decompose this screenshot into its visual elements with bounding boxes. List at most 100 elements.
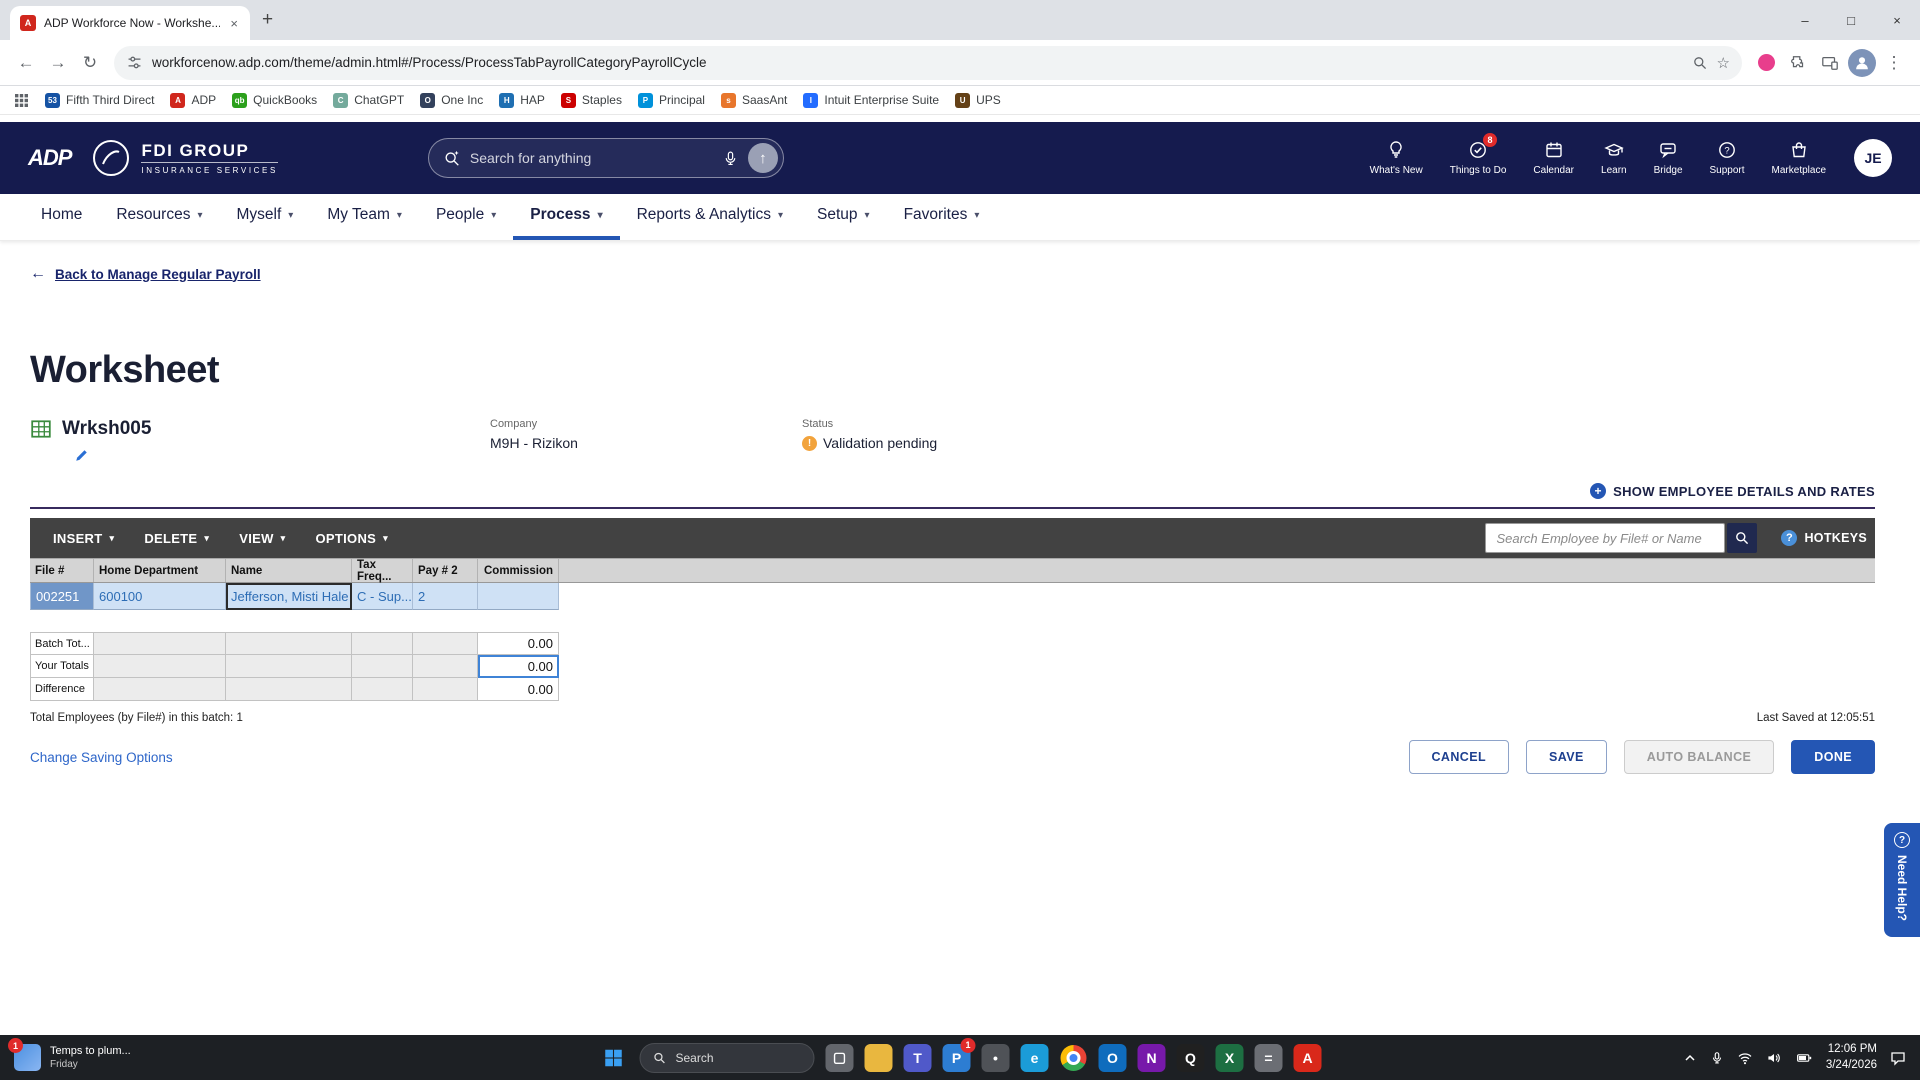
employee-search-input[interactable] [1485,523,1725,553]
url-bar[interactable]: workforcenow.adp.com/theme/admin.html#/P… [114,46,1742,80]
cancel-button[interactable]: CANCEL [1409,740,1509,774]
browser-menu-kebab-icon[interactable]: ⋮ [1878,47,1910,79]
insert-menu-button[interactable]: INSERT▾ [38,518,129,558]
bookmark-item[interactable]: CChatGPT [333,93,404,108]
extensions-puzzle-icon[interactable] [1782,47,1814,79]
edit-worksheet-icon[interactable] [74,448,1875,463]
header-quicklink-things-to-do[interactable]: 8Things to Do [1450,140,1507,176]
taskbar-app-teams[interactable]: T [904,1044,932,1072]
nav-item-reports-analytics[interactable]: Reports & Analytics▾ [620,194,800,240]
tab-close-icon[interactable]: × [228,16,240,31]
maximize-button[interactable]: □ [1828,0,1874,40]
totals-value[interactable]: 0.00 [478,632,559,655]
save-button[interactable]: SAVE [1526,740,1607,774]
bookmark-star-icon[interactable]: ☆ [1717,54,1730,72]
tray-chevron-up-icon[interactable] [1683,1051,1697,1065]
header-quicklink-calendar[interactable]: Calendar [1533,140,1574,176]
weather-widget[interactable]: 1 Temps to plum... Friday [0,1035,145,1080]
nav-item-home[interactable]: Home [24,194,99,240]
taskbar-app-snip-tool[interactable]: • [982,1044,1010,1072]
browser-tab[interactable]: A ADP Workforce Now - Workshe... × [10,6,250,40]
bookmark-item[interactable]: UUPS [955,93,1001,108]
taskbar-app-onenote[interactable]: N [1138,1044,1166,1072]
forward-icon[interactable]: → [42,47,74,79]
need-help-tab[interactable]: ? Need Help? [1884,823,1920,937]
taskbar-app-chrome[interactable] [1060,1044,1088,1072]
nav-item-my-team[interactable]: My Team▾ [310,194,419,240]
close-button[interactable]: × [1874,0,1920,40]
nav-item-resources[interactable]: Resources▾ [99,194,219,240]
grid-data-row[interactable]: 002251600100Jefferson, Misti HaleC - Sup… [30,583,1875,610]
lens-icon[interactable] [1692,55,1708,71]
new-tab-button[interactable]: + [262,9,273,31]
totals-value[interactable]: 0.00 [478,678,559,701]
taskbar-app-file-explorer[interactable] [865,1044,893,1072]
bookmark-item[interactable]: 53Fifth Third Direct [45,93,154,108]
header-quicklink-support[interactable]: ?Support [1710,140,1745,176]
bookmark-item[interactable]: HHAP [499,93,545,108]
tray-mic-icon[interactable] [1710,1051,1724,1065]
hotkeys-button[interactable]: ? HOTKEYS [1781,530,1867,546]
nav-item-myself[interactable]: Myself▾ [219,194,310,240]
devices-icon[interactable] [1814,47,1846,79]
header-quicklink-marketplace[interactable]: Marketplace [1772,140,1826,176]
taskbar-app-outlook[interactable]: O [1099,1044,1127,1072]
browser-profile-avatar[interactable] [1846,47,1878,79]
tray-volume-icon[interactable] [1766,1050,1782,1066]
global-search[interactable]: ↑ [428,138,784,178]
taskbar-clock[interactable]: 12:06 PM 3/24/2026 [1826,1042,1877,1073]
password-extension-icon[interactable] [1750,47,1782,79]
nav-item-setup[interactable]: Setup▾ [800,194,887,240]
taskbar-app-people[interactable]: P1 [943,1044,971,1072]
totals-value[interactable]: 0.00 [478,655,559,678]
grid-cell[interactable]: 002251 [30,583,94,610]
minimize-button[interactable]: – [1782,0,1828,40]
delete-menu-button[interactable]: DELETE▾ [129,518,224,558]
grid-cell[interactable] [478,583,559,610]
taskbar-app-quick-assist[interactable]: Q [1177,1044,1205,1072]
options-menu-button[interactable]: OPTIONS▾ [301,518,403,558]
tray-wifi-icon[interactable] [1737,1050,1753,1066]
back-icon[interactable]: ← [10,47,42,79]
global-search-input[interactable] [470,150,713,166]
nav-item-process[interactable]: Process▾ [513,194,619,240]
done-button[interactable]: DONE [1791,740,1875,774]
header-quicklink-bridge[interactable]: Bridge [1654,140,1683,176]
apps-grid-icon[interactable] [14,93,29,108]
reload-icon[interactable]: ↻ [74,47,106,79]
grid-cell[interactable]: Jefferson, Misti Hale [226,583,352,610]
search-submit-button[interactable]: ↑ [748,143,778,173]
back-to-payroll-link[interactable]: ← Back to Manage Regular Payroll [30,265,261,283]
taskbar-app-edge[interactable]: e [1021,1044,1049,1072]
notification-center-icon[interactable] [1890,1050,1906,1066]
nav-item-favorites[interactable]: Favorites▾ [887,194,997,240]
bookmark-item[interactable]: IIntuit Enterprise Suite [803,93,939,108]
nav-item-people[interactable]: People▾ [419,194,513,240]
tune-icon[interactable] [126,54,143,71]
bookmark-item[interactable]: OOne Inc [420,93,483,108]
header-quicklink-whats-new[interactable]: What's New [1370,140,1423,176]
taskbar-app-calculator[interactable]: = [1255,1044,1283,1072]
bookmark-item[interactable]: PPrincipal [638,93,705,108]
grid-cell[interactable]: 2 [413,583,478,610]
tray-battery-icon[interactable] [1795,1050,1813,1066]
bookmark-item[interactable]: sSaasAnt [721,93,787,108]
taskbar-app-task-view[interactable]: ▢ [826,1044,854,1072]
taskbar-app-excel[interactable]: X [1216,1044,1244,1072]
url-text[interactable]: workforcenow.adp.com/theme/admin.html#/P… [152,55,1683,70]
bookmark-item[interactable]: qbQuickBooks [232,93,317,108]
taskbar-app-acrobat[interactable]: A [1294,1044,1322,1072]
start-button[interactable] [599,1043,629,1073]
header-quicklink-learn[interactable]: Learn [1601,140,1627,176]
show-employee-details-link[interactable]: + SHOW EMPLOYEE DETAILS AND RATES [1590,483,1875,499]
grid-cell[interactable]: C - Sup... [352,583,413,610]
grid-cell[interactable]: 600100 [94,583,226,610]
view-menu-button[interactable]: VIEW▾ [224,518,300,558]
bookmark-item[interactable]: AADP [170,93,216,108]
taskbar-search[interactable]: Search [640,1043,815,1073]
employee-search-button[interactable] [1727,523,1757,553]
mic-icon[interactable] [722,150,739,167]
user-avatar[interactable]: JE [1854,139,1892,177]
bookmark-item[interactable]: SStaples [561,93,622,108]
change-saving-options-link[interactable]: Change Saving Options [30,750,173,765]
